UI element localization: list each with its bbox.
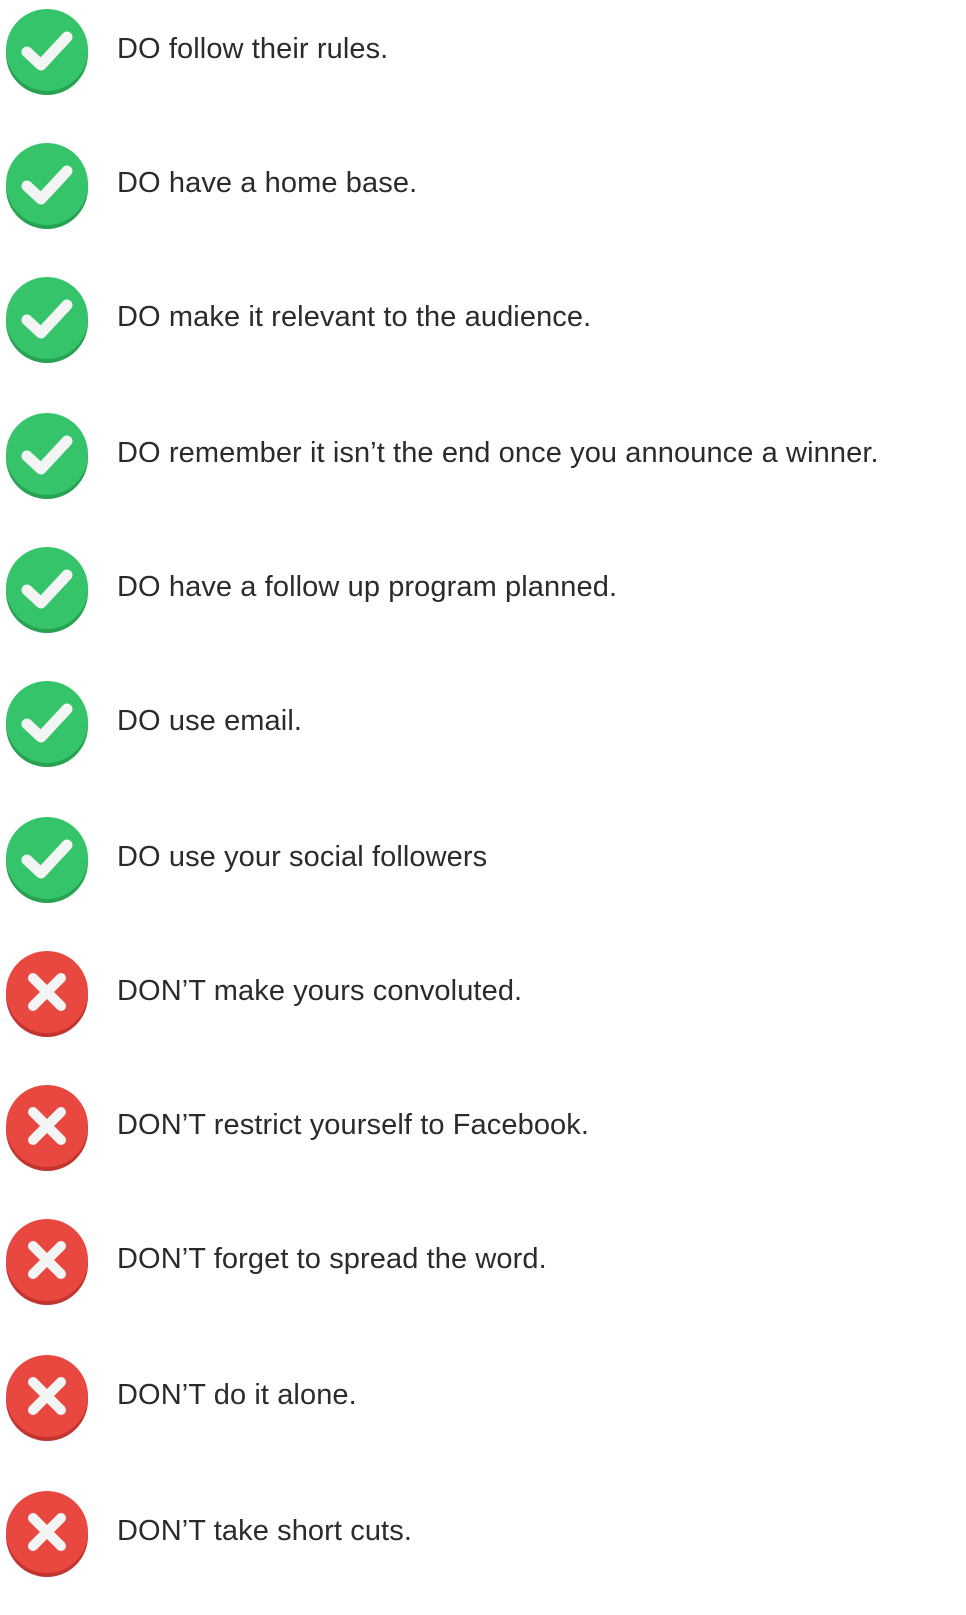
check-icon [5,542,89,634]
check-icon [5,272,89,364]
list-item-do-4: DO remember it isn’t the end once you an… [0,408,966,500]
cross-icon [5,946,89,1038]
list-item-dont-4: DON’T do it alone. [0,1350,966,1442]
list-item-label: DON’T forget to spread the word. [117,1242,547,1275]
list-item-do-2: DO have a home base. [0,138,966,230]
list-item-label: DON’T do it alone. [117,1378,357,1411]
list-item-do-6: DO use email. [0,676,966,768]
list-item-label: DON’T restrict yourself to Facebook. [117,1108,590,1141]
check-icon [5,812,89,904]
cross-icon [5,1350,89,1442]
list-item-label: DO follow their rules. [117,32,389,65]
list-item-dont-3: DON’T forget to spread the word. [0,1214,966,1306]
list-item-label: DO remember it isn’t the end once you an… [117,436,879,469]
list-item-label: DO use your social followers [117,840,488,873]
check-icon [5,408,89,500]
cross-icon [5,1080,89,1172]
list-item-label: DO use email. [117,704,303,737]
list-item-do-5: DO have a follow up program planned. [0,542,966,634]
list-item-label: DO have a follow up program planned. [117,570,618,603]
list-item-label: DON’T make yours convoluted. [117,974,523,1007]
check-icon [5,676,89,768]
list-item-label: DO have a home base. [117,166,418,199]
list-item-label: DON’T take short cuts. [117,1514,412,1547]
list-item-do-3: DO make it relevant to the audience. [0,272,966,364]
list-item-dont-5: DON’T take short cuts. [0,1486,966,1578]
check-icon [5,138,89,230]
dos-and-donts-list: DO follow their rules. DO have a home ba… [0,0,966,1615]
list-item-do-7: DO use your social followers [0,812,966,904]
cross-icon [5,1486,89,1578]
check-icon [5,4,89,96]
list-item-dont-1: DON’T make yours convoluted. [0,946,966,1038]
cross-icon [5,1214,89,1306]
list-item-dont-2: DON’T restrict yourself to Facebook. [0,1080,966,1172]
list-item-label: DO make it relevant to the audience. [117,300,592,333]
list-item-do-1: DO follow their rules. [0,4,966,96]
